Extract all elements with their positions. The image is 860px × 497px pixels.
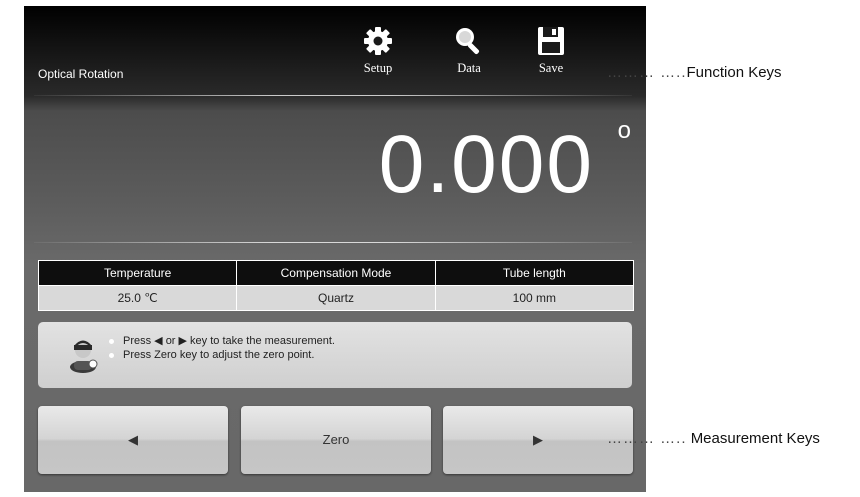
reading-value: 0.000 — [378, 119, 594, 210]
measurement-keys-annotation: ……… ….. Measurement Keys — [607, 430, 820, 447]
tube-length-header: Tube length — [434, 260, 635, 286]
zero-button[interactable]: Zero — [241, 406, 431, 474]
instrument-screen: Optical Rotation Setup Data Save 0.000 o… — [24, 6, 646, 492]
gear-icon — [355, 23, 401, 59]
data-button[interactable]: Data — [446, 23, 492, 76]
compensation-mode-header: Compensation Mode — [236, 260, 436, 286]
table-header-row: Temperature Compensation Mode Tube lengt… — [37, 260, 635, 286]
floppy-disk-icon — [528, 23, 574, 59]
instruction-line-1: Press ◀ or ▶ key to take the measurement… — [109, 334, 335, 348]
tube-length-value: 100 mm — [434, 285, 635, 311]
reading-divider — [34, 242, 632, 243]
temperature-value: 25.0 ℃ — [37, 285, 238, 311]
save-button[interactable]: Save — [528, 23, 574, 76]
data-label: Data — [457, 61, 481, 75]
right-measure-button[interactable]: ▶ — [443, 406, 633, 474]
compensation-mode-value: Quartz — [236, 285, 436, 311]
header-divider — [34, 95, 632, 96]
left-arrow-icon: ◀ — [128, 432, 138, 447]
setup-label: Setup — [363, 61, 393, 75]
table-row: 25.0 ℃ Quartz 100 mm — [37, 285, 635, 311]
save-label: Save — [538, 61, 564, 75]
function-keys-annotation: ……… …..Function Keys — [607, 64, 782, 81]
measurement-conditions-table: Temperature Compensation Mode Tube lengt… — [37, 260, 635, 311]
page-title: Optical Rotation — [38, 67, 124, 81]
setup-button[interactable]: Setup — [355, 23, 401, 76]
temperature-header: Temperature — [37, 260, 238, 286]
zero-label: Zero — [322, 432, 350, 447]
reading-unit: o — [617, 117, 631, 144]
instruction-panel: Press ◀ or ▶ key to take the measurement… — [38, 322, 632, 388]
instruction-line-2: Press Zero key to adjust the zero point. — [109, 348, 335, 362]
magnifier-icon — [446, 23, 492, 59]
left-measure-button[interactable]: ◀ — [38, 406, 228, 474]
right-arrow-icon: ▶ — [533, 432, 543, 447]
